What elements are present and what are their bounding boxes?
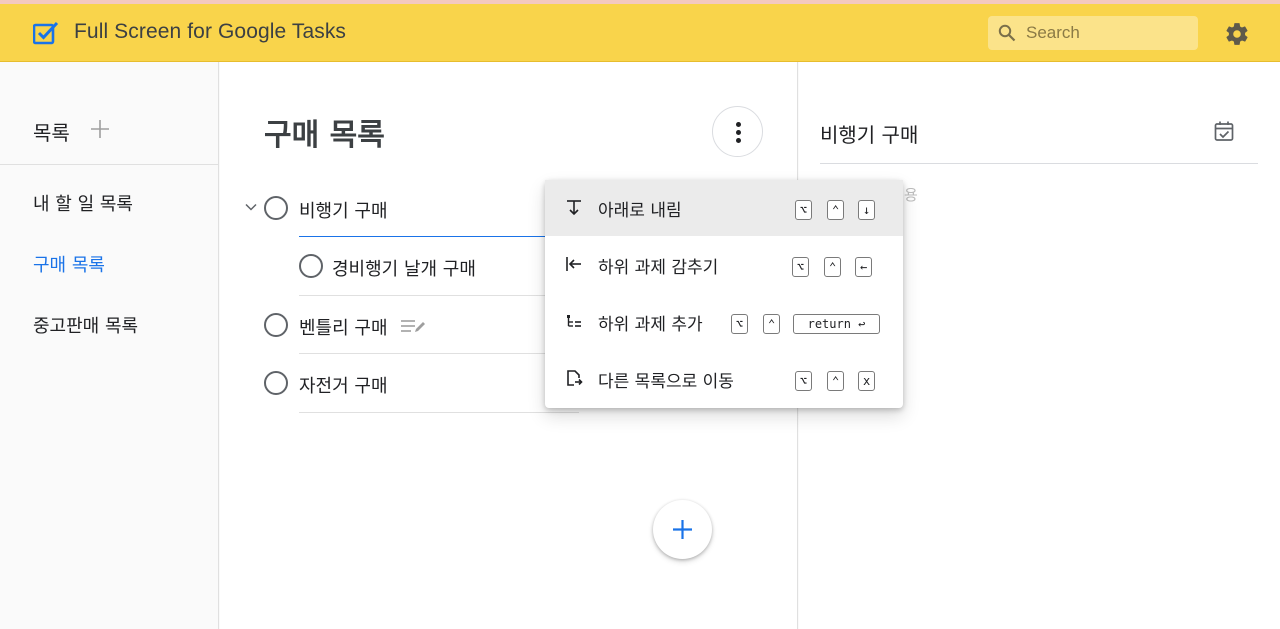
- menu-item-move-down[interactable]: 아래로 내림 ⌥ ⌃ ↓: [545, 180, 903, 236]
- task-context-menu: 아래로 내림 ⌥ ⌃ ↓ 하위 과제 감추기 ⌥ ⌃ ← 하위 과제 추가 ⌥ …: [545, 180, 903, 408]
- lists-heading: 목록: [33, 121, 70, 145]
- shortcut-key: ⌥: [792, 257, 810, 277]
- task-title[interactable]: 벤틀리 구매: [299, 314, 388, 340]
- shortcut-key: return ↩: [793, 314, 880, 334]
- detail-divider: [820, 163, 1258, 164]
- shortcut-key: ↓: [858, 200, 876, 220]
- task-complete-checkbox[interactable]: [299, 254, 323, 278]
- notes-pencil-icon: [401, 320, 425, 332]
- search-box[interactable]: Search: [988, 16, 1198, 50]
- sidebar-item-resale[interactable]: 중고판매 목록: [33, 312, 138, 338]
- task-title[interactable]: 비행기 구매: [299, 197, 388, 223]
- menu-item-hide-subtasks[interactable]: 하위 과제 감추기 ⌥ ⌃ ←: [545, 237, 903, 293]
- sidebar-header: 목록: [0, 62, 219, 165]
- shortcut-key: ⌃: [824, 257, 842, 277]
- more-dot-icon: [736, 138, 741, 143]
- search-placeholder: Search: [1026, 23, 1080, 42]
- add-task-button[interactable]: [653, 500, 712, 559]
- move-to-list-icon: [567, 370, 583, 386]
- menu-item-label: 하위 과제 감추기: [598, 258, 719, 278]
- menu-item-label: 아래로 내림: [598, 201, 682, 221]
- app-header: Full Screen for Google Tasks Search: [0, 4, 1280, 62]
- menu-item-move-to-list[interactable]: 다른 목록으로 이동 ⌥ ⌃ x: [545, 351, 903, 407]
- sidebar-item-my-tasks[interactable]: 내 할 일 목록: [33, 190, 133, 216]
- sidebar-item-shopping[interactable]: 구매 목록: [33, 251, 105, 277]
- plus-icon: [673, 520, 692, 539]
- shortcut-key: ⌃: [763, 314, 781, 334]
- more-options-button[interactable]: [712, 106, 763, 157]
- tasks-logo-icon: [33, 21, 59, 45]
- shortcut-key: ⌥: [795, 371, 813, 391]
- task-divider: [299, 353, 579, 354]
- detail-task-title[interactable]: 비행기 구매: [820, 119, 918, 148]
- task-divider-active: [299, 236, 579, 237]
- task-divider: [299, 412, 579, 413]
- calendar-check-icon[interactable]: [1213, 120, 1235, 142]
- settings-gear-icon[interactable]: [1224, 21, 1250, 47]
- app-title: Full Screen for Google Tasks: [74, 20, 347, 43]
- move-down-icon: [567, 200, 581, 216]
- sidebar: 목록 내 할 일 목록 구매 목록 중고판매 목록: [0, 62, 219, 629]
- menu-item-label: 하위 과제 추가: [598, 315, 703, 335]
- task-title[interactable]: 경비행기 날개 구매: [332, 255, 476, 281]
- chevron-down-icon[interactable]: [244, 200, 258, 214]
- add-list-plus-icon[interactable]: [88, 117, 112, 141]
- shortcut-key: ⌃: [827, 200, 845, 220]
- search-icon: [998, 24, 1016, 42]
- task-complete-checkbox[interactable]: [264, 371, 288, 395]
- shortcut-key: ⌥: [731, 314, 749, 334]
- task-complete-checkbox[interactable]: [264, 313, 288, 337]
- detail-notes-placeholder[interactable]: 용: [904, 184, 918, 205]
- outdent-icon: [566, 257, 581, 271]
- menu-item-label: 다른 목록으로 이동: [598, 372, 734, 392]
- shortcut-key: ←: [855, 257, 873, 277]
- list-title: 구매 목록: [264, 118, 385, 153]
- task-title[interactable]: 자전거 구매: [299, 372, 388, 398]
- shortcut-key: ⌃: [827, 371, 845, 391]
- task-complete-checkbox[interactable]: [264, 196, 288, 220]
- menu-item-add-subtask[interactable]: 하위 과제 추가 ⌥ ⌃ return ↩: [545, 294, 903, 350]
- task-divider: [299, 295, 579, 296]
- more-dot-icon: [736, 130, 741, 135]
- shortcut-key: x: [858, 371, 876, 391]
- more-dot-icon: [736, 122, 741, 127]
- shortcut-key: ⌥: [795, 200, 813, 220]
- add-subtask-icon: [567, 315, 581, 327]
